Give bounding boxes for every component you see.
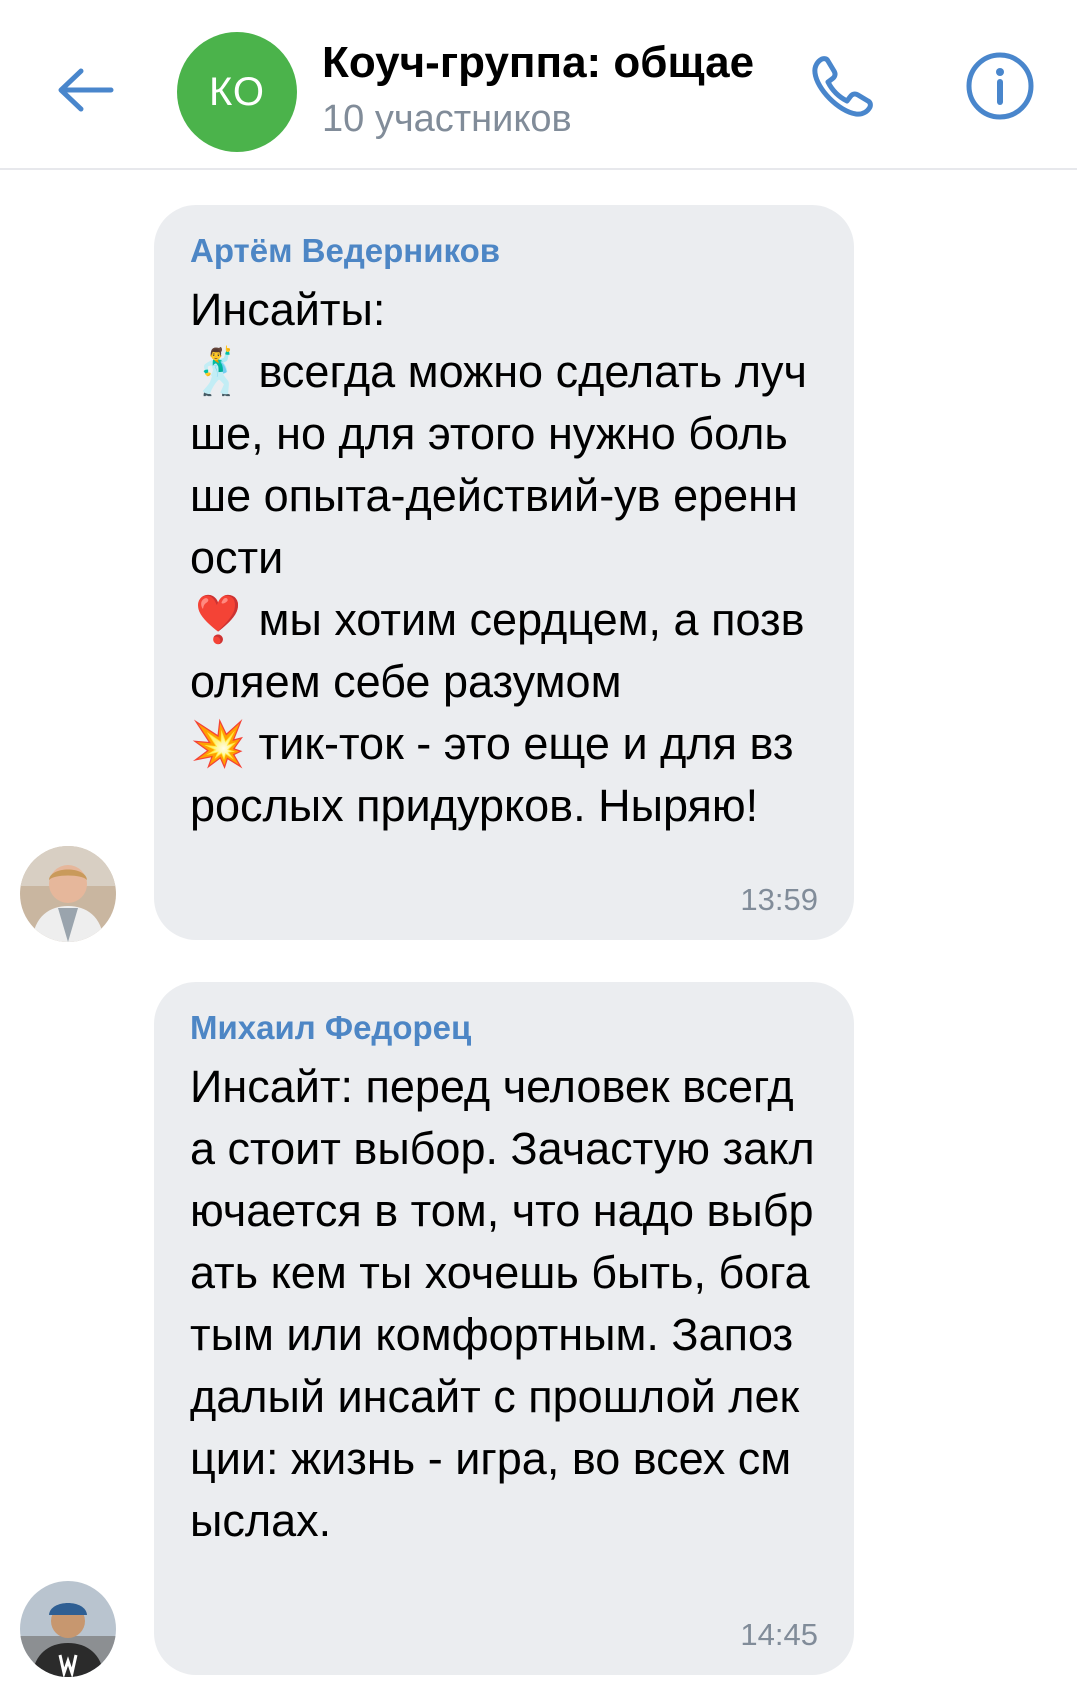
phone-icon — [812, 56, 873, 117]
back-button[interactable] — [45, 50, 125, 130]
message-text: Инсайт: перед человек всегда стоит выбор… — [190, 1061, 815, 1546]
group-avatar-initials: КО — [209, 69, 265, 114]
call-button[interactable] — [803, 46, 883, 126]
message-time: 14:45 — [740, 1617, 818, 1652]
avatar[interactable] — [20, 846, 116, 942]
sender-name[interactable]: Артём Ведерников — [190, 231, 818, 271]
group-avatar[interactable]: КО — [177, 32, 297, 152]
chat-title[interactable]: Коуч-группа: общае — [322, 38, 754, 88]
chat-header: КО Коуч-группа: общае 10 участников — [0, 0, 1077, 170]
user-photo-icon — [20, 846, 116, 942]
message-text: Инсайты: 🕺 всегда можно сделать лучше, н… — [190, 284, 807, 831]
arrow-left-icon — [58, 68, 114, 112]
message-time: 13:59 — [740, 882, 818, 917]
members-count[interactable]: 10 участников — [322, 98, 572, 141]
sender-name[interactable]: Михаил Федорец — [190, 1008, 818, 1048]
message-bubble[interactable]: Артём Ведерников Инсайты: 🕺 всегда можно… — [154, 205, 854, 940]
avatar[interactable] — [20, 1581, 116, 1677]
info-button[interactable] — [960, 46, 1040, 126]
info-icon — [966, 52, 1034, 120]
message-bubble[interactable]: Михаил Федорец Инсайт: перед человек все… — [154, 982, 854, 1675]
user-photo-icon — [20, 1581, 116, 1677]
